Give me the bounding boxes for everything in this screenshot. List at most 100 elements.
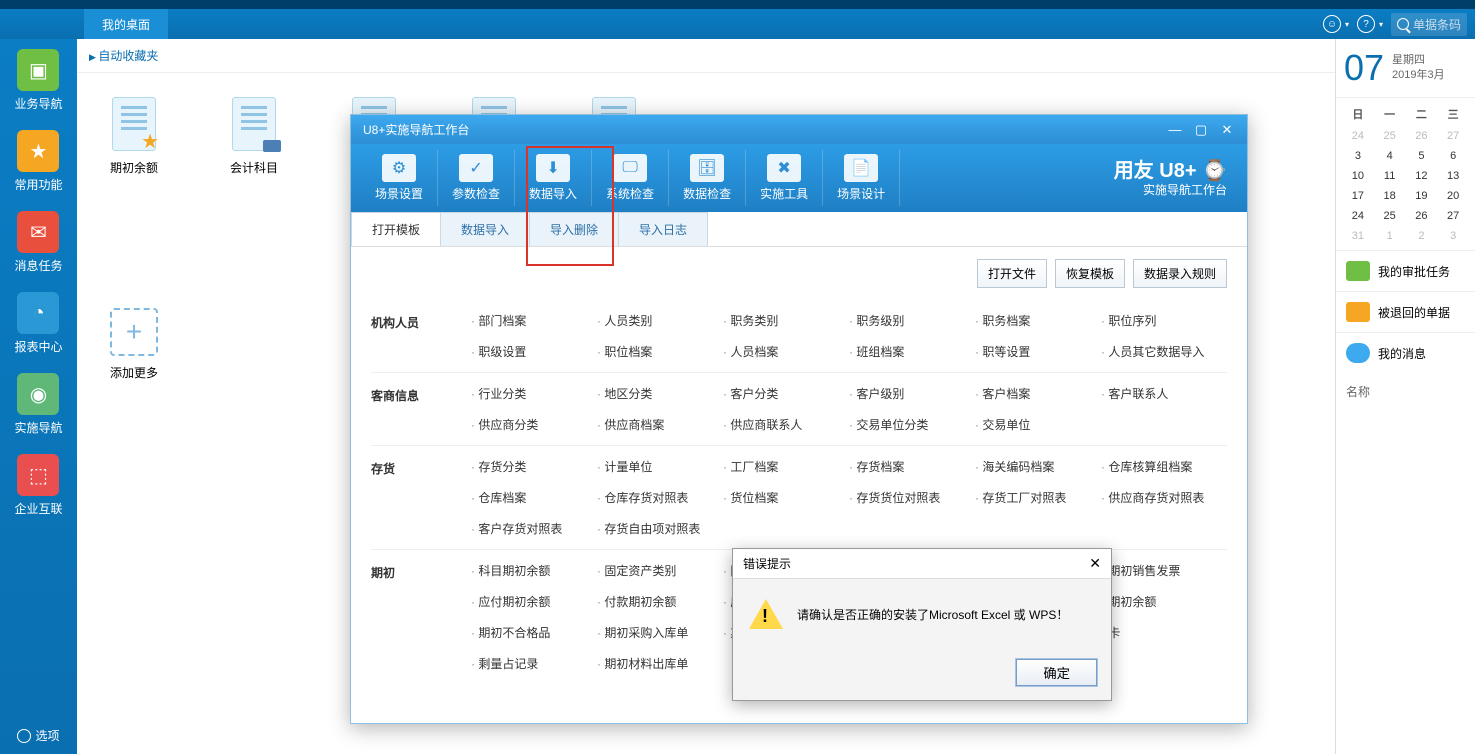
toolbar-场景设计[interactable]: 📄场景设计 xyxy=(823,150,900,206)
category-item[interactable]: 期初采购入库单 xyxy=(597,624,723,641)
desktop-item[interactable]: 期初余额 xyxy=(107,97,161,176)
close-icon[interactable]: ✕ xyxy=(1089,555,1101,572)
category-item[interactable]: 客户级别 xyxy=(849,385,975,402)
category-item[interactable]: 职务类别 xyxy=(723,312,849,329)
sidebar-item-impl[interactable]: ◉实施导航 xyxy=(14,373,62,436)
category-item[interactable]: 供应商存货对照表 xyxy=(1101,489,1227,506)
cal-day[interactable]: 4 xyxy=(1374,146,1406,166)
category-item[interactable]: 仓库核算组档案 xyxy=(1101,458,1227,475)
category-item[interactable]: 客户联系人 xyxy=(1101,385,1227,402)
category-item[interactable]: 期初余额 xyxy=(1101,593,1227,610)
category-item[interactable]: 卡 xyxy=(1101,624,1227,641)
category-item[interactable]: 科目期初余额 xyxy=(471,562,597,579)
category-item[interactable]: 交易单位分类 xyxy=(849,416,975,433)
category-item[interactable]: 行业分类 xyxy=(471,385,597,402)
category-item[interactable]: 固定资产类别 xyxy=(597,562,723,579)
sidebar-item-ent[interactable]: ⬚企业互联 xyxy=(14,454,62,517)
smile-icon[interactable]: ☺ xyxy=(1323,15,1341,33)
favorites-bar[interactable]: 自动收藏夹 xyxy=(77,39,1335,73)
category-item[interactable]: 存货档案 xyxy=(849,458,975,475)
category-item[interactable]: 职位序列 xyxy=(1101,312,1227,329)
action-恢复模板[interactable]: 恢复模板 xyxy=(1055,259,1125,288)
category-item[interactable]: 职级设置 xyxy=(471,343,597,360)
category-item[interactable]: 职等设置 xyxy=(975,343,1101,360)
cal-day[interactable]: 26 xyxy=(1406,126,1438,146)
category-item[interactable]: 存货工厂对照表 xyxy=(975,489,1101,506)
help-icon[interactable]: ? xyxy=(1357,15,1375,33)
cal-day[interactable]: 25 xyxy=(1374,126,1406,146)
category-item[interactable]: 交易单位 xyxy=(975,416,1101,433)
add-more[interactable]: +添加更多 xyxy=(107,308,161,381)
toolbar-系统检查[interactable]: 🖵系统检查 xyxy=(592,150,669,206)
category-item[interactable]: 期初销售发票 xyxy=(1101,562,1227,579)
toolbar-实施工具[interactable]: ✖实施工具 xyxy=(746,150,823,206)
cal-day[interactable]: 1 xyxy=(1374,226,1406,246)
my-messages[interactable]: 我的消息 xyxy=(1336,332,1475,373)
cal-day[interactable]: 6 xyxy=(1437,146,1469,166)
sidebar-item-common[interactable]: ★常用功能 xyxy=(14,130,62,193)
category-item[interactable]: 人员档案 xyxy=(723,343,849,360)
cal-day[interactable]: 20 xyxy=(1437,186,1469,206)
sidebar-options[interactable]: 选项 xyxy=(7,717,69,754)
category-item[interactable]: 职务档案 xyxy=(975,312,1101,329)
cal-day[interactable]: 19 xyxy=(1406,186,1438,206)
category-item[interactable]: 货位档案 xyxy=(723,489,849,506)
category-item[interactable]: 存货自由项对照表 xyxy=(597,520,723,537)
toolbar-参数检查[interactable]: ✓参数检查 xyxy=(438,150,515,206)
action-数据录入规则[interactable]: 数据录入规则 xyxy=(1133,259,1227,288)
cal-day[interactable]: 27 xyxy=(1437,206,1469,226)
ok-button[interactable]: 确定 xyxy=(1016,659,1097,686)
close-icon[interactable]: ✕ xyxy=(1219,122,1235,138)
sidebar-item-biznav[interactable]: ▣业务导航 xyxy=(14,49,62,112)
toolbar-场景设置[interactable]: ⚙场景设置 xyxy=(361,150,438,206)
cal-day[interactable]: 27 xyxy=(1437,126,1469,146)
cal-day[interactable]: 18 xyxy=(1374,186,1406,206)
cal-day[interactable]: 10 xyxy=(1342,166,1374,186)
category-item[interactable]: 存货分类 xyxy=(471,458,597,475)
minimize-icon[interactable]: — xyxy=(1167,122,1183,138)
maximize-icon[interactable]: ▢ xyxy=(1193,122,1209,138)
search-box[interactable]: 单据条码 xyxy=(1391,13,1467,36)
category-item[interactable]: 部门档案 xyxy=(471,312,597,329)
action-打开文件[interactable]: 打开文件 xyxy=(977,259,1047,288)
category-item[interactable]: 供应商联系人 xyxy=(723,416,849,433)
tab-desktop[interactable]: 我的桌面 xyxy=(84,9,168,40)
cal-day[interactable]: 26 xyxy=(1406,206,1438,226)
sidebar-item-report[interactable]: ◔报表中心 xyxy=(14,292,62,355)
category-item[interactable]: 职位档案 xyxy=(597,343,723,360)
category-item[interactable]: 客户存货对照表 xyxy=(471,520,597,537)
category-item[interactable]: 班组档案 xyxy=(849,343,975,360)
category-item[interactable]: 应付期初余额 xyxy=(471,593,597,610)
toolbar-数据检查[interactable]: 🗄数据检查 xyxy=(669,150,746,206)
sidebar-item-msg[interactable]: ✉消息任务 xyxy=(14,211,62,274)
category-item[interactable]: 地区分类 xyxy=(597,385,723,402)
cal-day[interactable]: 25 xyxy=(1374,206,1406,226)
category-item[interactable]: 海关编码档案 xyxy=(975,458,1101,475)
category-item[interactable]: 仓库档案 xyxy=(471,489,597,506)
category-item[interactable]: 计量单位 xyxy=(597,458,723,475)
my-approve-tasks[interactable]: 我的审批任务 xyxy=(1336,250,1475,291)
category-item[interactable]: 存货货位对照表 xyxy=(849,489,975,506)
tab-打开模板[interactable]: 打开模板 xyxy=(351,212,441,246)
category-item[interactable]: 期初不合格品 xyxy=(471,624,597,641)
category-item[interactable]: 供应商分类 xyxy=(471,416,597,433)
cal-day[interactable]: 11 xyxy=(1374,166,1406,186)
cal-day[interactable]: 24 xyxy=(1342,206,1374,226)
category-item[interactable]: 客户分类 xyxy=(723,385,849,402)
cal-day[interactable]: 31 xyxy=(1342,226,1374,246)
desktop-item[interactable]: 会计科目 xyxy=(227,97,281,176)
category-item[interactable]: 职务级别 xyxy=(849,312,975,329)
cal-day[interactable]: 13 xyxy=(1437,166,1469,186)
tab-导入日志[interactable]: 导入日志 xyxy=(618,212,708,246)
category-item[interactable]: 供应商档案 xyxy=(597,416,723,433)
cal-day[interactable]: 17 xyxy=(1342,186,1374,206)
returned-docs[interactable]: 被退回的单据 xyxy=(1336,291,1475,332)
tab-导入删除[interactable]: 导入删除 xyxy=(529,212,619,246)
cal-day[interactable]: 5 xyxy=(1406,146,1438,166)
category-item[interactable]: 客户档案 xyxy=(975,385,1101,402)
category-item[interactable]: 期初材料出库单 xyxy=(597,655,723,672)
tab-数据导入[interactable]: 数据导入 xyxy=(440,212,530,246)
cal-day[interactable]: 12 xyxy=(1406,166,1438,186)
cal-day[interactable]: 24 xyxy=(1342,126,1374,146)
category-item[interactable]: 仓库存货对照表 xyxy=(597,489,723,506)
